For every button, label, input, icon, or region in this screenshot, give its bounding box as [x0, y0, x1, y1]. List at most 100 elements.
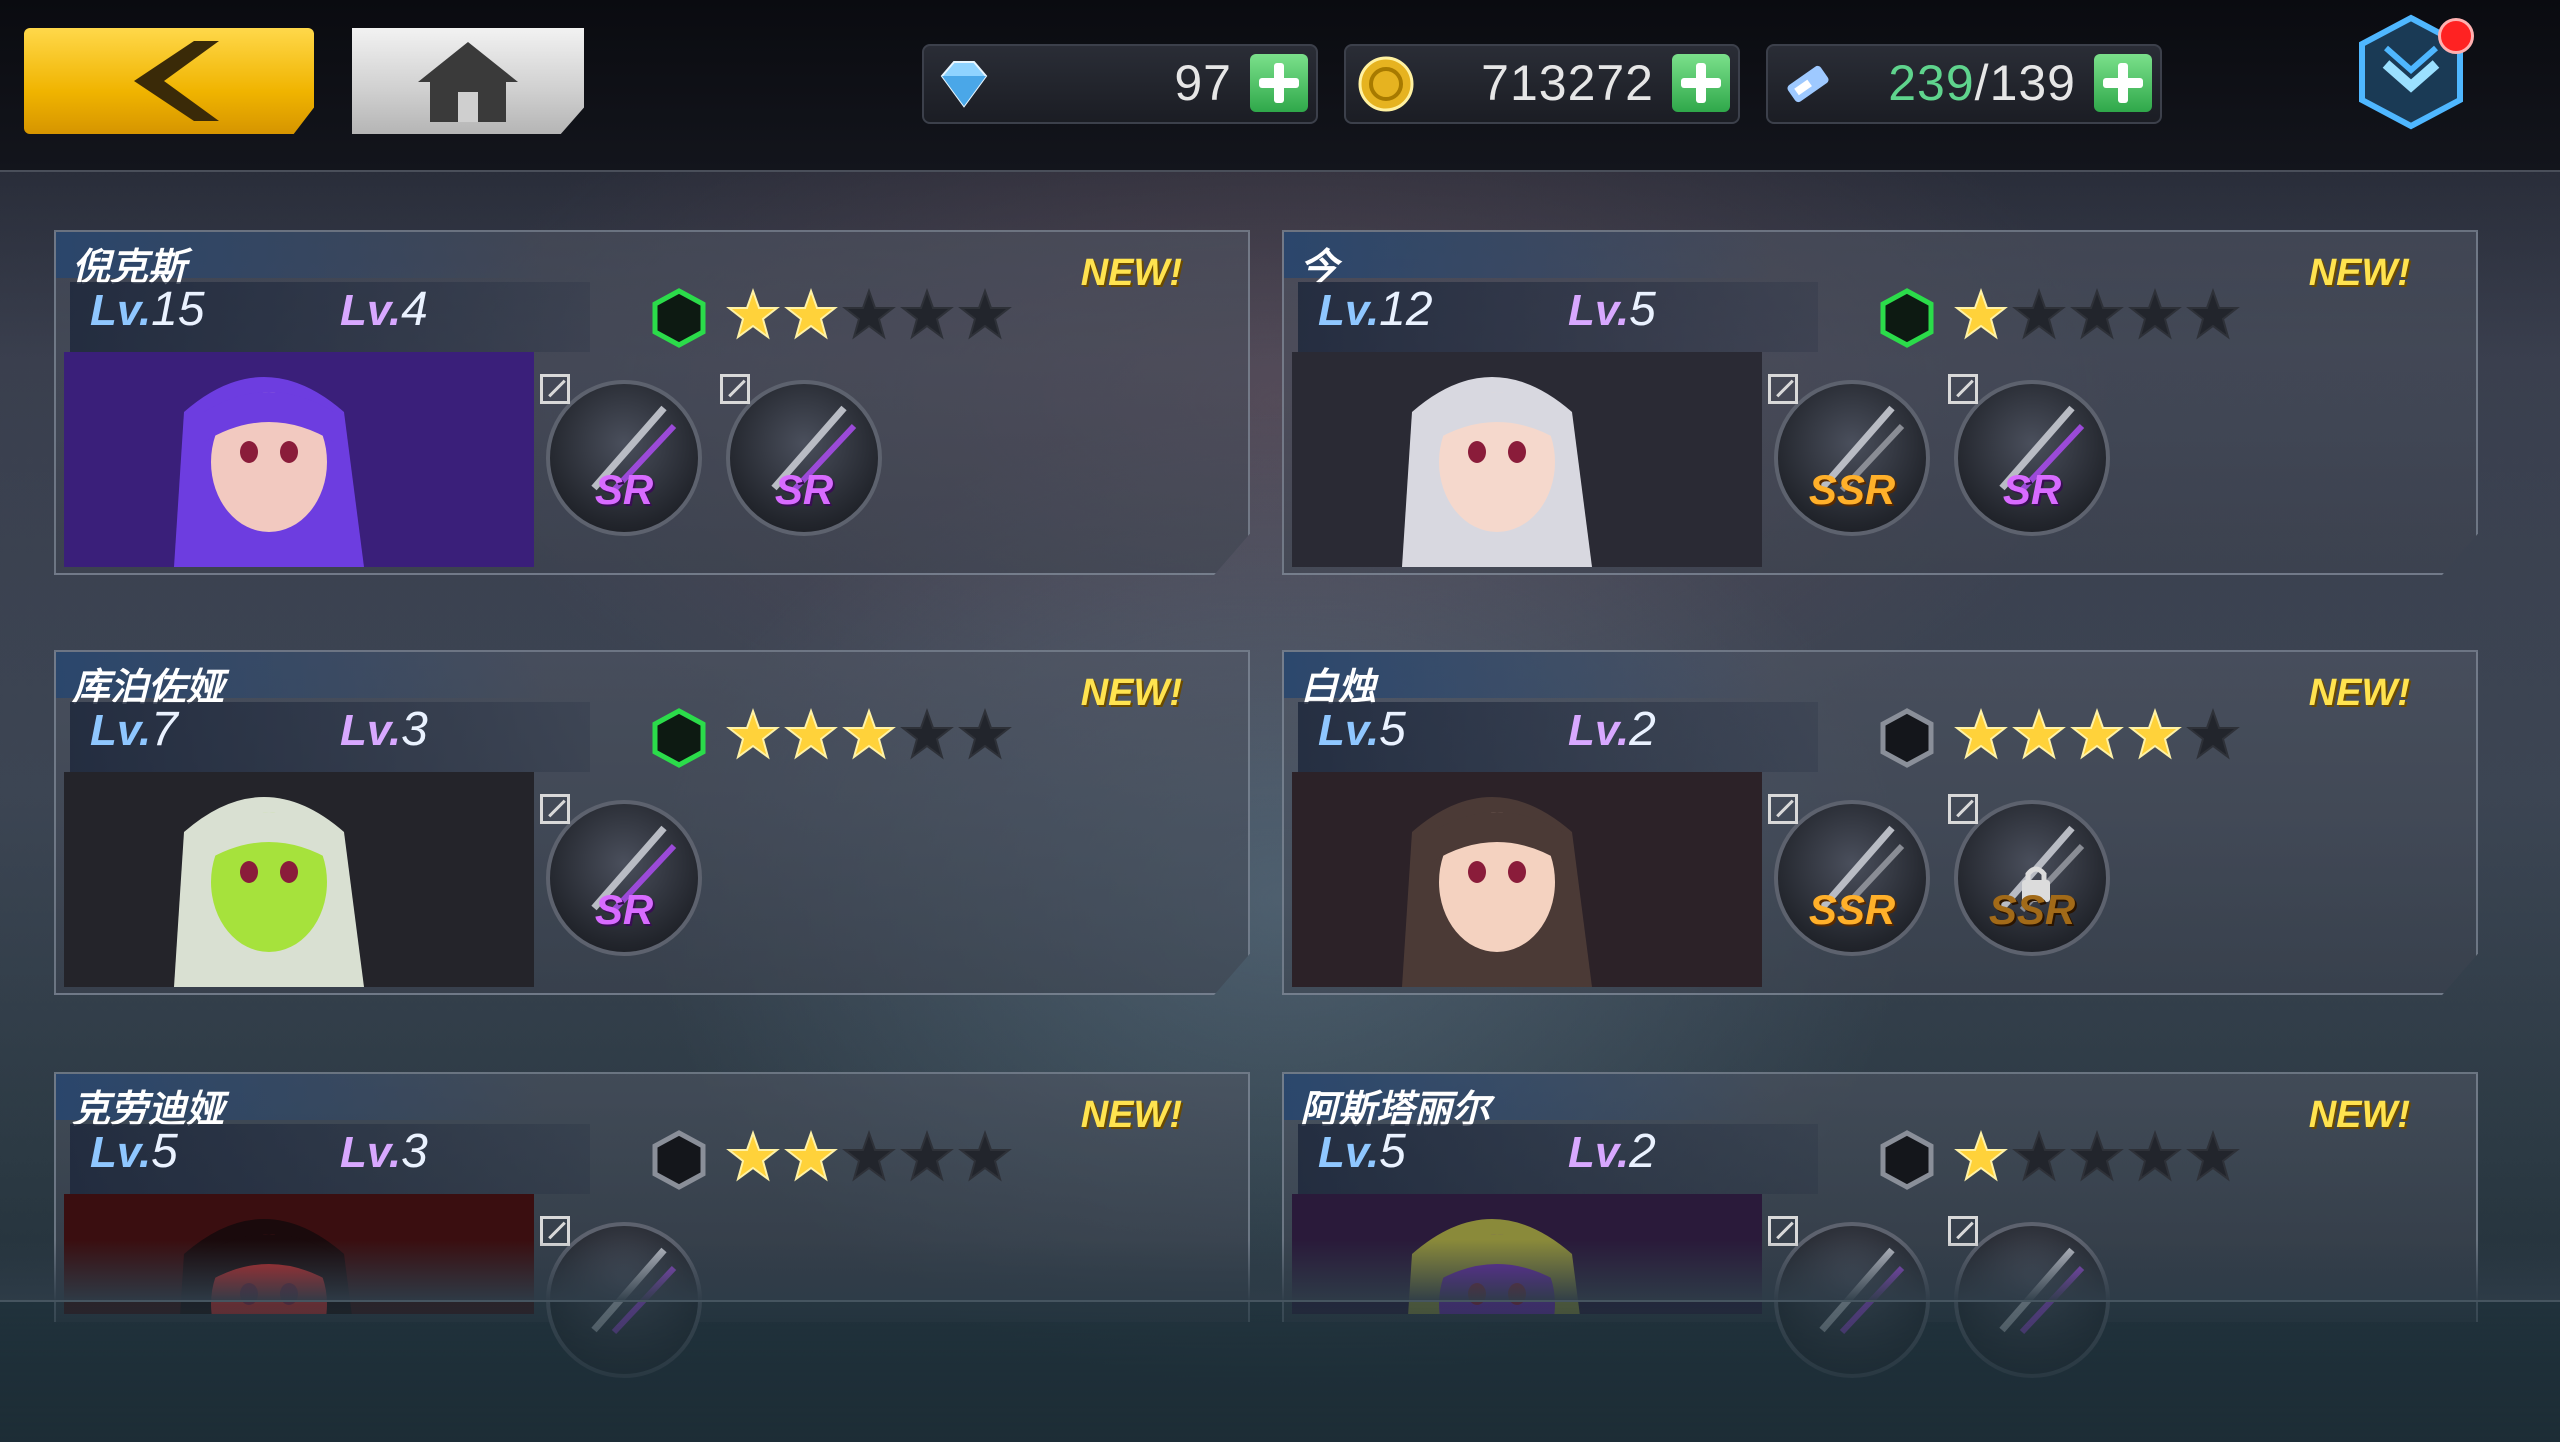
element-hex-icon [1880, 288, 1934, 348]
level-prefix: Lv. [90, 706, 152, 755]
star-filled-icon [726, 1130, 780, 1182]
back-button[interactable] [24, 28, 314, 134]
top-bar: 97 713272 239/139 [0, 0, 2560, 172]
level-value: 5 [151, 1125, 178, 1178]
star-rating [726, 288, 1012, 342]
equipment-slot[interactable]: SR [540, 374, 702, 536]
character-portrait [1292, 772, 1762, 987]
rank-level: Lv.2 [1568, 702, 1656, 757]
star-empty-icon [2012, 1130, 2066, 1182]
rank-level: Lv.2 [1568, 1124, 1656, 1179]
energy-ticket-icon [1787, 65, 1829, 103]
star-rating [1954, 288, 2240, 342]
home-icon [418, 42, 518, 122]
star-empty-icon [900, 708, 954, 760]
add-diamond-button[interactable] [1250, 54, 1308, 112]
stamina-counter: 239/139 [1766, 44, 2162, 124]
character-level: Lv.5 [1318, 1124, 1406, 1179]
rarity-label: SR [774, 466, 834, 513]
star-empty-icon [842, 1130, 896, 1182]
rank-prefix: Lv. [340, 706, 402, 755]
star-filled-icon [1954, 288, 2008, 340]
edit-icon[interactable] [720, 374, 750, 404]
stamina-current: 239 [1888, 55, 1975, 111]
diamond-icon [940, 61, 988, 108]
coin-icon [1358, 56, 1414, 112]
edit-icon[interactable] [1768, 374, 1798, 404]
star-rating [726, 1130, 1012, 1184]
equipment-slot[interactable]: SR [540, 794, 702, 956]
character-portrait [1292, 352, 1762, 567]
star-filled-icon [1954, 1130, 2008, 1182]
star-empty-icon [2012, 288, 2066, 340]
level-prefix: Lv. [90, 1128, 152, 1177]
rank-value: 2 [1629, 1125, 1656, 1178]
star-filled-icon [2012, 708, 2066, 760]
level-value: 15 [151, 283, 205, 336]
star-empty-icon [958, 1130, 1012, 1182]
star-empty-icon [2070, 288, 2124, 340]
rank-prefix: Lv. [340, 286, 402, 335]
star-filled-icon [784, 708, 838, 760]
notification-dot [2438, 18, 2474, 54]
level-prefix: Lv. [1318, 706, 1380, 755]
edit-icon[interactable] [540, 374, 570, 404]
star-empty-icon [958, 708, 1012, 760]
star-rating [1954, 708, 2240, 762]
star-empty-icon [2186, 288, 2240, 340]
add-stamina-button[interactable] [2094, 54, 2152, 112]
name-bar [1284, 232, 1774, 278]
rank-prefix: Lv. [1568, 286, 1630, 335]
level-value: 12 [1379, 283, 1433, 336]
chevron-left-icon [134, 41, 219, 121]
diamond-counter: 97 [922, 44, 1318, 124]
new-tag: NEW! [1080, 252, 1182, 294]
star-empty-icon [900, 1130, 954, 1182]
star-rating [726, 708, 1012, 762]
rank-prefix: Lv. [1568, 706, 1630, 755]
star-filled-icon [726, 288, 780, 340]
equipment-slot[interactable]: SR [720, 374, 882, 536]
character-card[interactable]: 库泊佐娅 NEW! Lv.7 Lv.3 SR [54, 650, 1250, 995]
character-card[interactable]: 白烛 NEW! Lv.5 Lv.2 SSR SSR [1282, 650, 2478, 995]
character-card[interactable]: 倪克斯 NEW! Lv.15 Lv.4 SR SR [54, 230, 1250, 575]
equipment-slot[interactable]: SSR [1768, 794, 1930, 956]
rank-level: Lv.3 [340, 1124, 428, 1179]
star-filled-icon [784, 1130, 838, 1182]
star-empty-icon [2128, 1130, 2182, 1182]
edit-icon[interactable] [1948, 794, 1978, 824]
stamina-max: /139 [1974, 55, 2076, 111]
star-filled-icon [784, 288, 838, 340]
list-fade [0, 1240, 2560, 1300]
star-filled-icon [1954, 708, 2008, 760]
level-prefix: Lv. [90, 286, 152, 335]
bottom-bar [0, 1300, 2560, 1442]
new-tag: NEW! [1080, 1094, 1182, 1136]
element-hex-icon [652, 708, 706, 768]
home-button[interactable] [352, 28, 584, 134]
add-gold-button[interactable] [1672, 54, 1730, 112]
character-level: Lv.5 [1318, 702, 1406, 757]
element-hex-icon [652, 288, 706, 348]
star-filled-icon [842, 708, 896, 760]
rank-value: 3 [401, 1125, 428, 1178]
edit-icon[interactable] [1948, 374, 1978, 404]
equipment-slot[interactable]: SR [1948, 374, 2110, 536]
edit-icon[interactable] [540, 794, 570, 824]
equipment-slot[interactable]: SSR [1948, 794, 2110, 956]
edit-icon[interactable] [1768, 794, 1798, 824]
star-empty-icon [900, 288, 954, 340]
new-tag: NEW! [1080, 672, 1182, 714]
star-filled-icon [2128, 708, 2182, 760]
level-value: 5 [1379, 703, 1406, 756]
rank-value: 4 [401, 283, 428, 336]
star-empty-icon [2186, 708, 2240, 760]
character-card[interactable]: 今 NEW! Lv.12 Lv.5 SSR SR [1282, 230, 2478, 575]
element-hex-icon [1880, 708, 1934, 768]
star-empty-icon [2128, 288, 2182, 340]
element-hex-icon [1880, 1130, 1934, 1190]
new-tag: NEW! [2308, 672, 2410, 714]
rarity-label: SSR [1808, 886, 1896, 933]
equipment-slot[interactable]: SSR [1768, 374, 1930, 536]
rarity-label: SSR [1988, 886, 2076, 933]
